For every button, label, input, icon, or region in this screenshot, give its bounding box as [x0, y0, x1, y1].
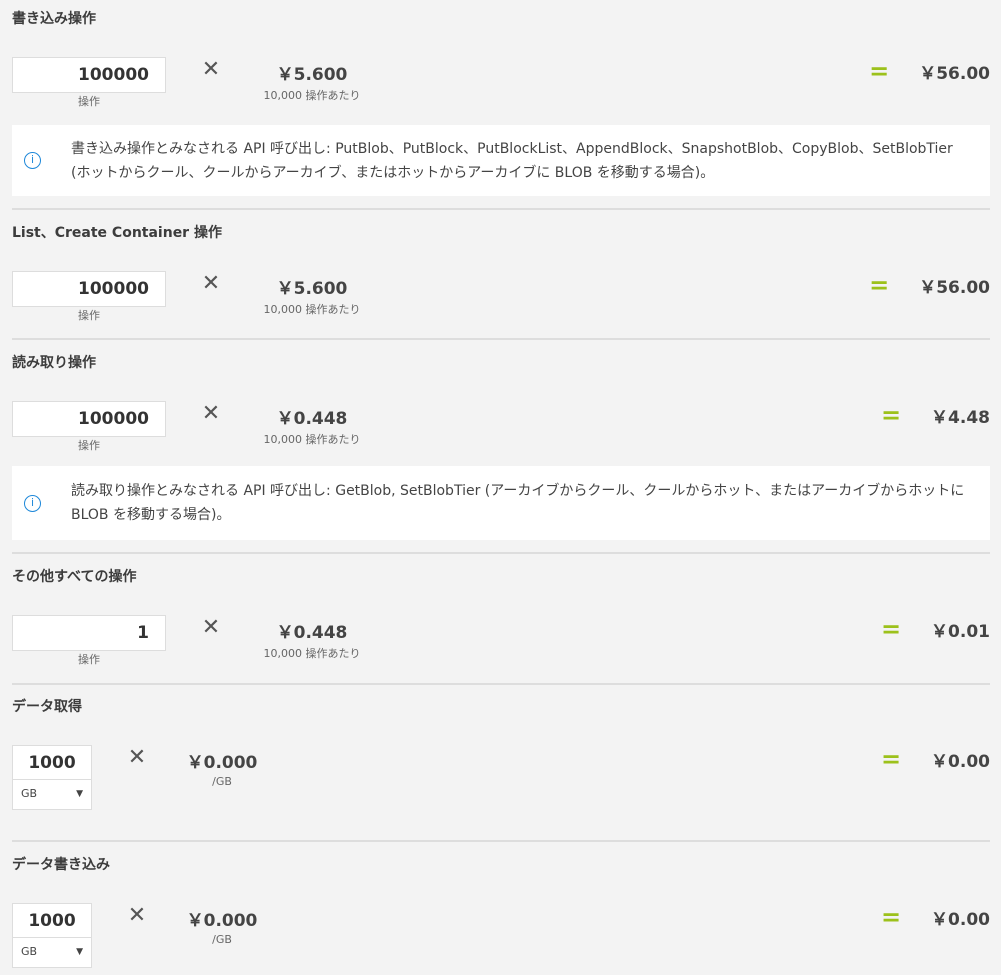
divider: [12, 208, 990, 210]
dropdown-arrow-icon: ▼: [76, 789, 83, 799]
unit-select[interactable]: GB ▼: [13, 780, 91, 808]
quantity-input[interactable]: 100000: [12, 271, 166, 307]
quantity-input[interactable]: 1000: [13, 746, 91, 780]
equals-icon: =: [880, 745, 902, 773]
line-total: ￥56.00: [919, 63, 990, 84]
divider: [12, 683, 990, 685]
line-total: ￥0.00: [931, 751, 990, 772]
info-box: i 読み取り操作とみなされる API 呼び出し: GetBlob, SetBlob…: [12, 466, 990, 540]
section-title: データ書き込み: [12, 857, 110, 873]
divider: [12, 840, 990, 842]
equals-icon: =: [880, 615, 902, 643]
equals-icon: =: [880, 903, 902, 931]
multiply-icon: ✕: [201, 271, 221, 296]
unit-price: ￥5.600: [276, 279, 348, 299]
price-basis: 10,000 操作あたり: [263, 433, 361, 446]
equals-icon: =: [869, 271, 890, 299]
quantity-input[interactable]: 1: [12, 615, 166, 651]
equals-icon: =: [880, 401, 902, 429]
multiply-icon: ✕: [201, 615, 221, 640]
info-icon: i: [24, 152, 41, 169]
dropdown-arrow-icon: ▼: [76, 947, 83, 957]
info-icon: i: [24, 494, 41, 512]
quantity-input[interactable]: 1000: [13, 904, 91, 938]
unit-select-value: GB: [21, 945, 38, 958]
unit-price: ￥0.448: [276, 623, 348, 643]
info-box: i 書き込み操作とみなされる API 呼び出し: PutBlob、PutBlock…: [12, 125, 990, 196]
line-total: ￥0.00: [931, 909, 990, 930]
price-basis: 10,000 操作あたり: [263, 89, 361, 102]
section-title: List、Create Container 操作: [12, 225, 222, 241]
unit-label: 操作: [78, 439, 100, 452]
section-title: 読み取り操作: [12, 355, 96, 371]
unit-label: 操作: [78, 653, 100, 666]
section-title: その他すべての操作: [12, 569, 137, 585]
price-basis: 10,000 操作あたり: [263, 647, 361, 660]
line-total: ￥4.48: [931, 407, 990, 428]
quantity-input[interactable]: 100000: [12, 401, 166, 437]
unit-price: ￥0.000: [186, 753, 258, 773]
multiply-icon: ✕: [201, 401, 221, 426]
price-basis: /GB: [212, 775, 232, 788]
quantity-unit-group: 1000 GB ▼: [12, 903, 92, 968]
section-title: データ取得: [12, 699, 82, 715]
divider: [12, 338, 990, 340]
unit-label: 操作: [78, 309, 100, 322]
unit-price: ￥5.600: [276, 65, 348, 85]
line-total: ￥0.01: [931, 621, 990, 642]
unit-price: ￥0.000: [186, 911, 258, 931]
section-title: 書き込み操作: [12, 11, 96, 27]
price-basis: 10,000 操作あたり: [263, 303, 361, 316]
quantity-input[interactable]: 100000: [12, 57, 166, 93]
unit-label: 操作: [78, 95, 100, 108]
info-text: 書き込み操作とみなされる API 呼び出し: PutBlob、PutBlock、…: [71, 140, 953, 181]
quantity-unit-group: 1000 GB ▼: [12, 745, 92, 810]
divider: [12, 552, 990, 554]
unit-select-value: GB: [21, 787, 38, 800]
info-text: 読み取り操作とみなされる API 呼び出し: GetBlob, SetBlobT…: [71, 483, 965, 523]
equals-icon: =: [869, 57, 890, 85]
price-basis: /GB: [212, 933, 232, 946]
unit-price: ￥0.448: [276, 409, 348, 429]
unit-select[interactable]: GB ▼: [13, 938, 91, 966]
multiply-icon: ✕: [201, 57, 221, 82]
line-total: ￥56.00: [919, 277, 990, 298]
